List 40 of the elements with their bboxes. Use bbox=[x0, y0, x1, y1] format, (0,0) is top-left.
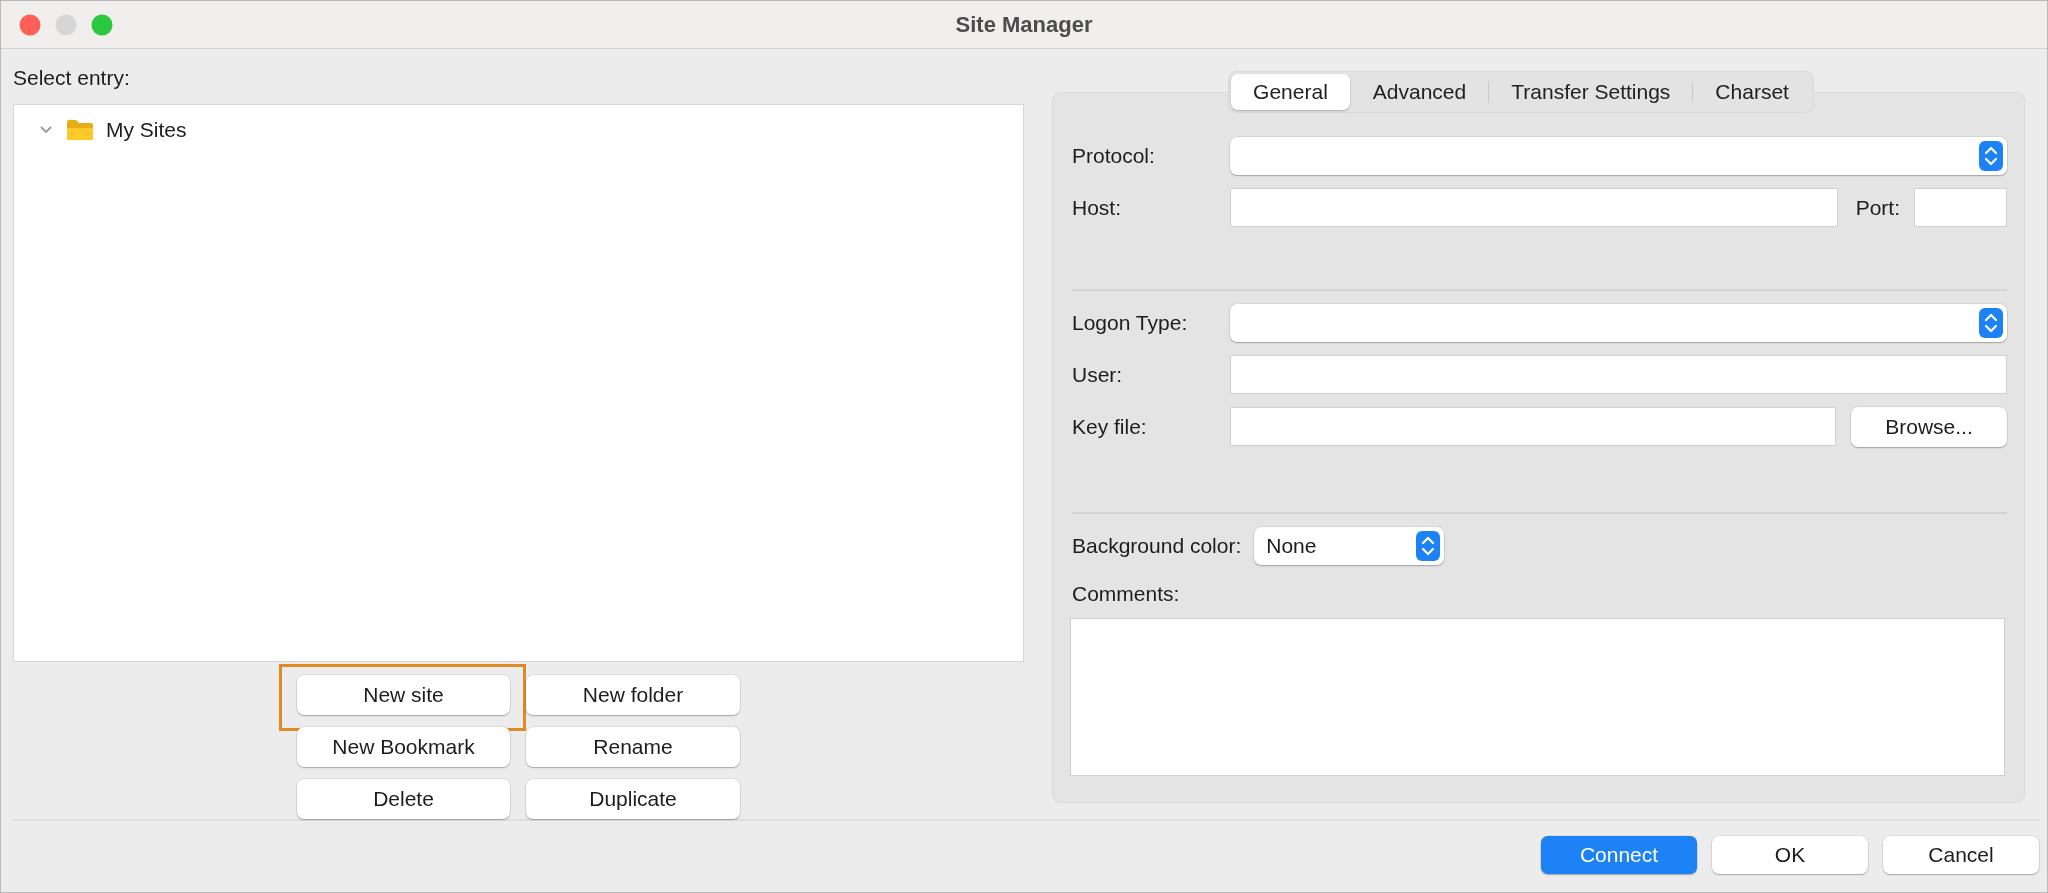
action-button[interactable]: Rename bbox=[526, 727, 740, 767]
field-label: Logon Type: bbox=[1072, 310, 1189, 335]
tab[interactable]: Charset bbox=[1693, 74, 1811, 110]
window-title: Site Manager bbox=[955, 11, 1093, 38]
action-button[interactable]: Duplicate bbox=[526, 779, 740, 819]
dialog-button[interactable]: Cancel bbox=[1883, 836, 2039, 874]
input-field[interactable] bbox=[1230, 188, 1838, 227]
section-label: Select entry: bbox=[13, 66, 131, 91]
stepper-icon bbox=[1979, 307, 2003, 338]
dialog-button[interactable]: OK bbox=[1712, 836, 1868, 874]
field-label: Comments: bbox=[1072, 582, 1181, 606]
comments-field[interactable] bbox=[1070, 618, 2005, 776]
close-icon[interactable] bbox=[19, 13, 41, 36]
input-field[interactable] bbox=[1230, 407, 1836, 446]
input-field[interactable] bbox=[1230, 355, 2007, 394]
tab[interactable]: Transfer Settings bbox=[1489, 74, 1693, 110]
tree-item[interactable]: My Sites bbox=[106, 117, 187, 142]
action-button[interactable]: New site bbox=[297, 675, 510, 715]
field-label: Protocol: bbox=[1072, 143, 1156, 168]
dropdown-select[interactable] bbox=[1230, 303, 2007, 342]
browse-button[interactable]: Browse... bbox=[1851, 406, 2007, 447]
field-label: Port: bbox=[1855, 195, 1900, 220]
action-button[interactable]: New Bookmark bbox=[297, 727, 510, 767]
folder-icon bbox=[66, 118, 94, 141]
dropdown-select[interactable]: None bbox=[1254, 526, 1445, 565]
field-label: Background color: bbox=[1072, 533, 1242, 558]
field-label: Host: bbox=[1072, 195, 1122, 220]
action-button[interactable]: Delete bbox=[297, 779, 510, 819]
minimize-icon[interactable] bbox=[55, 13, 77, 36]
stepper-icon bbox=[1416, 530, 1441, 561]
field-label: User: bbox=[1072, 362, 1124, 387]
dialog-button[interactable]: Connect bbox=[1541, 836, 1697, 874]
action-button[interactable]: New folder bbox=[526, 675, 740, 715]
tab[interactable]: General bbox=[1231, 74, 1350, 110]
zoom-icon[interactable] bbox=[91, 13, 113, 36]
dropdown-select[interactable] bbox=[1230, 136, 2007, 175]
port-field[interactable] bbox=[1914, 188, 2007, 227]
field-label: Key file: bbox=[1072, 414, 1148, 439]
stepper-icon bbox=[1979, 140, 2003, 171]
tab[interactable]: Advanced bbox=[1350, 74, 1489, 110]
